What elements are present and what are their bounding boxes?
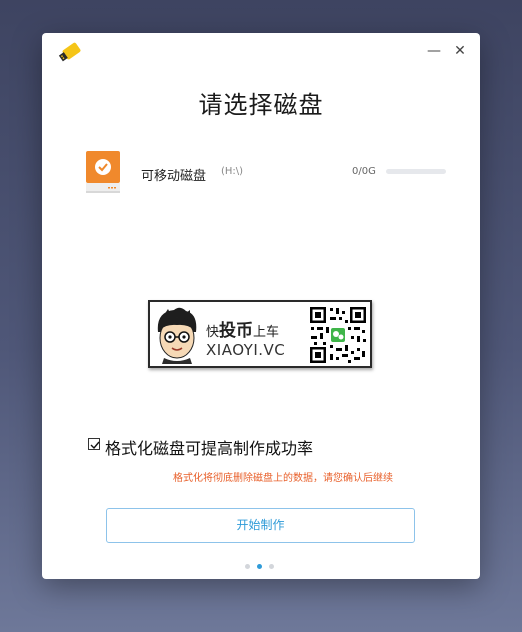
disk-size: 0/0G (352, 166, 376, 177)
promo-banner: 快投币上车 XIAOYI.VC (148, 300, 372, 368)
removable-disk-icon (84, 151, 122, 197)
promo-slogan-highlight: 投币 (219, 321, 254, 341)
promo-domain: XIAOYI.VC (206, 341, 286, 359)
dialog-window: — ✕ 请选择磁盘 可移动磁盘 (H:\) 0/0G 快投币上车 XIAOYI.… (42, 33, 480, 579)
checkmark-icon (90, 441, 100, 450)
promo-slogan-suffix: 上车 (253, 325, 280, 340)
close-button[interactable]: ✕ (452, 43, 468, 59)
usb-drive-logo-icon (58, 41, 84, 63)
promo-slogan-prefix: 快 (206, 325, 220, 340)
format-option-label: 格式化磁盘可提高制作成功率 (105, 439, 314, 458)
page-dot[interactable] (257, 564, 262, 569)
start-button[interactable]: 开始制作 (106, 508, 415, 543)
disk-name: 可移动磁盘 (141, 169, 207, 184)
format-warning-text: 格式化将彻底删除磁盘上的数据，请您确认后继续 (173, 473, 393, 484)
page-dot[interactable] (245, 564, 250, 569)
page-title: 请选择磁盘 (198, 91, 324, 119)
format-checkbox[interactable] (88, 438, 100, 450)
page-indicator (245, 564, 281, 570)
disk-list-item[interactable]: 可移动磁盘 (H:\) 0/0G (84, 151, 454, 197)
minimize-button[interactable]: — (426, 43, 442, 59)
page-dot[interactable] (269, 564, 274, 569)
qr-code-icon (308, 305, 368, 365)
disk-usage-bar (386, 169, 446, 174)
disk-drive-letter: (H:\) (221, 166, 244, 177)
promo-slogan: 快投币上车 (206, 316, 279, 341)
cartoon-face-icon (154, 306, 200, 364)
